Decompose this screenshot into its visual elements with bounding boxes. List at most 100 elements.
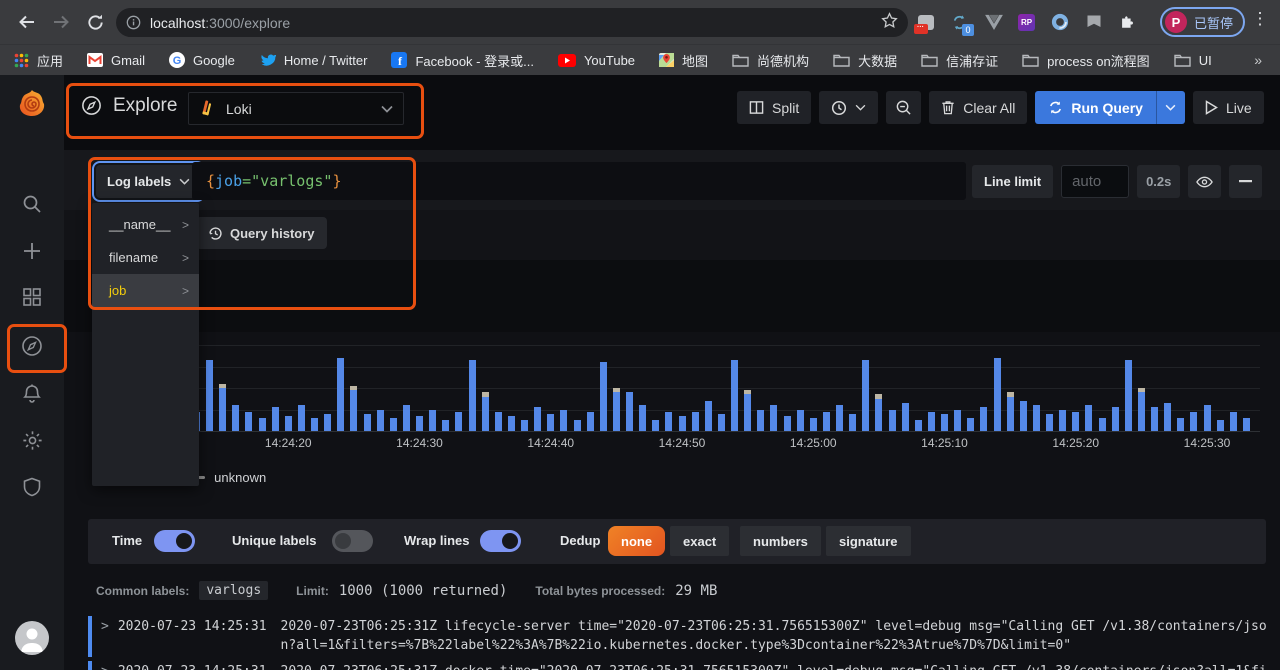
bar-debug [600,362,607,431]
sidebar-search-icon[interactable] [0,193,64,215]
bookmark-item[interactable]: YouTube [558,53,635,68]
chevron-down-icon [381,100,393,118]
query-expression-input[interactable]: {job="varlogs"} [192,162,966,200]
bookmark-item[interactable]: process on流程图 [1022,51,1150,70]
forward-button[interactable] [46,7,76,37]
bookmark-item[interactable]: 尚德机构 [732,51,809,70]
bookmark-item[interactable]: 信浦存证 [921,51,998,70]
log-row[interactable]: >2020-07-23 14:25:312020-07-23T06:25:31Z… [88,661,1270,670]
dropdown-item-job[interactable]: job> [92,274,199,307]
bar-debug [1243,418,1250,431]
grafana-sidebar [0,75,64,670]
bar-debug [337,358,344,431]
bar-debug [534,407,541,431]
datasource-name: Loki [226,101,252,117]
remove-query-button[interactable] [1229,165,1262,198]
wrap-lines-toggle[interactable] [480,530,521,552]
axure-rp-extension-icon[interactable]: RP [1018,14,1035,31]
play-icon [1205,100,1218,115]
bar-debug [206,360,213,431]
bar-debug [521,420,528,431]
folder-icon [1174,53,1191,67]
grafana-logo[interactable] [0,88,64,120]
sidebar-create-icon[interactable] [0,240,64,262]
dropdown-item-filename[interactable]: filename> [92,241,199,274]
browser-menu-icon[interactable]: ⋮ [1250,9,1270,29]
folder-icon [732,53,749,67]
explore-toolbar: Split Clear All Run Query [737,91,1264,124]
disable-query-button[interactable] [1188,165,1221,198]
extensions-puzzle-icon[interactable] [1118,13,1137,32]
expand-chevron-icon[interactable]: > [101,617,109,655]
submenu-arrow-icon: > [182,251,189,265]
url-bar[interactable]: localhost:3000/explore [116,8,908,37]
bar-debug [692,412,699,431]
log-rows: >2020-07-23 14:25:312020-07-23T06:25:31Z… [88,616,1270,670]
bookmark-item[interactable]: Home / Twitter [259,53,368,68]
chevron-down-icon [855,104,866,111]
zoom-out-button[interactable] [886,91,921,124]
bar-unknown [350,386,357,390]
bookmark-item[interactable]: Gmail [87,53,145,68]
bar-debug [652,420,659,431]
query-history-button[interactable]: Query history [196,217,327,249]
sidebar-alerting-icon[interactable] [0,383,64,405]
ring-extension-icon[interactable] [1050,13,1069,32]
bar-debug [1085,405,1092,431]
bookmark-star-icon[interactable] [881,12,898,34]
sidebar-configuration-icon[interactable] [0,429,64,452]
bookmark-item[interactable]: 应用 [14,51,63,70]
log-labels-button[interactable]: Log labels [96,165,201,198]
sidebar-dashboards-icon[interactable] [0,286,64,308]
sidebar-explore-icon[interactable] [0,334,64,358]
datasource-picker[interactable]: Loki [188,92,404,125]
time-range-button[interactable] [819,91,878,124]
bar-debug [770,405,777,431]
live-button[interactable]: Live [1193,91,1264,124]
log-row[interactable]: >2020-07-23 14:25:312020-07-23T06:25:31Z… [88,616,1270,657]
bar-debug [849,414,856,431]
bar-debug [705,401,712,431]
reload-button[interactable] [80,7,110,37]
common-labels-label: Common labels: [96,584,189,598]
vue-devtools-icon[interactable] [984,13,1003,32]
bookmarks-overflow-chevron[interactable]: » [1254,52,1262,68]
sidebar-server-admin-icon[interactable] [0,476,64,498]
dropdown-item-name[interactable]: __name__> [92,208,199,241]
bar-unknown [482,392,489,396]
split-button[interactable]: Split [737,91,811,124]
line-limit-input[interactable] [1061,165,1129,198]
bar-debug [1033,405,1040,431]
dedup-option-exact[interactable]: exact [670,526,729,556]
bar-debug [587,412,594,431]
clear-all-button[interactable]: Clear All [929,91,1027,124]
bookmark-item[interactable]: 地图 [659,51,708,70]
shield-extension-icon[interactable] [1084,13,1103,32]
dedup-option-numbers[interactable]: numbers [740,526,821,556]
run-query-button[interactable]: Run Query [1035,91,1156,124]
dedup-option-none[interactable]: none [608,526,665,556]
expand-chevron-icon[interactable]: > [101,662,109,670]
bookmark-item[interactable]: 大数据 [833,51,897,70]
screenshot-extension-icon[interactable]: ··· [916,13,935,32]
facebook-icon: f [391,52,407,68]
time-toggle[interactable] [154,530,195,552]
run-query-dropdown[interactable] [1156,91,1185,124]
proxy-extension-icon[interactable]: 0 [950,13,969,32]
youtube-icon [558,54,576,67]
bookmark-item[interactable]: GGoogle [169,52,235,68]
legend-item-unknown[interactable]: unknown [190,470,266,485]
back-button[interactable] [12,7,42,37]
profile-avatar: P [1165,11,1187,33]
browser-profile-chip[interactable]: P 已暂停 [1160,7,1245,37]
dedup-option-signature[interactable]: signature [826,526,911,556]
bar-debug [718,414,725,431]
grafana-app: Explore Loki Split Clear All [0,75,1280,670]
bar-debug [429,410,436,432]
bookmark-item[interactable]: fFacebook - 登录或... [391,51,533,70]
bookmark-item[interactable]: UI [1174,53,1212,68]
extensions-row: ··· 0 RP [916,0,1137,44]
dark-band [64,260,1280,332]
user-avatar[interactable] [15,621,49,655]
unique-labels-toggle[interactable] [332,530,373,552]
